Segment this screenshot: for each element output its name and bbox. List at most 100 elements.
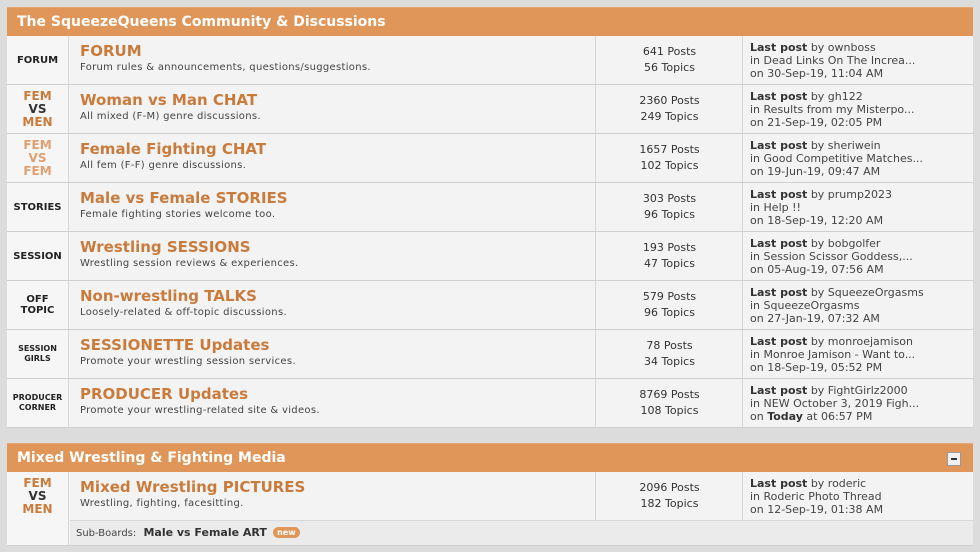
collapse-icon[interactable] <box>947 452 961 466</box>
topic-count: 96 Topics <box>644 306 695 319</box>
board-stats: 78 Posts 34 Topics <box>597 330 743 378</box>
category-media: Mixed Wrestling & Fighting Media FEM VS ME… <box>7 443 973 552</box>
last-post-topic-link[interactable]: in SqueezeOrgasms <box>750 299 973 312</box>
author-link[interactable]: by prump2023 <box>811 188 892 201</box>
board-icon-text: SESSION <box>13 250 62 262</box>
category-community: The SqueezeQueens Community & Discussion… <box>7 7 973 429</box>
board-icon-text: STORIES <box>13 201 62 213</box>
topic-count: 96 Topics <box>644 208 695 221</box>
board-title-link[interactable]: Non-wrestling TALKS <box>80 287 595 305</box>
board-icon: FORUM <box>17 55 58 66</box>
board-icon: FEM VS MEN <box>22 476 53 516</box>
subboard-link[interactable]: Male vs Female ART <box>143 526 266 539</box>
board-row: FEM VS MEN Mixed Wrestling PICTURES Wrestl… <box>7 472 973 546</box>
author-link[interactable]: by bobgolfer <box>811 237 881 250</box>
last-post-date: on 21-Sep-19, 02:05 PM <box>750 116 883 129</box>
board-info: PRODUCER Updates Promote your wrestling-… <box>70 379 596 427</box>
category-header[interactable]: Mixed Wrestling & Fighting Media <box>7 443 973 472</box>
last-post-topic-link[interactable]: in Help !! <box>750 201 973 214</box>
post-count: 1657 Posts <box>639 143 700 156</box>
author-link[interactable]: by gh122 <box>811 90 863 103</box>
board-row: SESSION GIRLS SESSIONETTE Updates Promote… <box>7 330 973 379</box>
board-icon-text: TOPIC <box>20 305 55 316</box>
board-title-link[interactable]: SESSIONETTE Updates <box>80 336 595 354</box>
board-stats: 579 Posts 96 Topics <box>597 281 743 329</box>
topic-count: 34 Topics <box>644 355 695 368</box>
topic-count: 182 Topics <box>640 497 699 510</box>
board-row: FEM VS FEM Female Fighting CHAT All fem (F… <box>7 134 973 183</box>
board-title-link[interactable]: Mixed Wrestling PICTURES <box>80 478 595 496</box>
last-post-date: on 05-Aug-19, 07:56 AM <box>750 263 884 276</box>
board-info: Wrestling SESSIONS Wrestling session rev… <box>70 232 596 280</box>
board-title-link[interactable]: Wrestling SESSIONS <box>80 238 595 256</box>
board-icon-text: VS <box>28 150 47 165</box>
board-stats: 193 Posts 47 Topics <box>597 232 743 280</box>
post-count: 2096 Posts <box>639 481 700 494</box>
last-post-topic-link[interactable]: in NEW October 3, 2019 Figh... <box>750 397 973 410</box>
board-title-link[interactable]: Female Fighting CHAT <box>80 140 595 158</box>
category-header[interactable]: The SqueezeQueens Community & Discussion… <box>7 7 973 36</box>
last-post-author: Last post by gh122 <box>750 90 863 103</box>
board-icon-cell: STORIES <box>7 183 69 231</box>
board-row: OFF TOPIC Non-wrestling TALKS Loosely-rel… <box>7 281 973 330</box>
topic-count: 108 Topics <box>640 404 699 417</box>
board-icon-text: VS <box>28 488 47 503</box>
board-icon: FEM VS FEM <box>23 137 52 178</box>
board-stats: 1657 Posts 102 Topics <box>597 134 743 182</box>
post-count: 78 Posts <box>646 339 693 352</box>
board-stats: 2360 Posts 249 Topics <box>597 85 743 133</box>
board-title-link[interactable]: Male vs Female STORIES <box>80 189 595 207</box>
author-link[interactable]: by roderic <box>811 477 866 490</box>
board-icon-text: GIRLS <box>24 354 51 363</box>
last-post-date: on 30-Sep-19, 11:04 AM <box>750 67 884 80</box>
last-post-date: on 12-Sep-19, 01:38 AM <box>750 503 884 516</box>
board-stats: 641 Posts 56 Topics <box>597 36 743 84</box>
board-icon-text: MEN <box>22 114 53 129</box>
board-icon: FEM VS MEN <box>22 89 53 129</box>
last-post-topic-link[interactable]: in Results from my Misterpo... <box>750 103 973 116</box>
last-post-topic-link[interactable]: in Good Competitive Matches... <box>750 152 973 165</box>
board-icon-cell: PRODUCER CORNER <box>7 379 69 427</box>
last-post-topic-link[interactable]: in Roderic Photo Thread <box>750 490 973 503</box>
board-icon-text: PRODUCER <box>12 393 63 402</box>
board-description: Promote your wrestling-related site & vi… <box>80 405 320 416</box>
author-link[interactable]: by monroejamison <box>811 335 913 348</box>
board-title-link[interactable]: FORUM <box>80 42 595 60</box>
board-icon-text: VS <box>28 101 47 116</box>
last-post-topic-link[interactable]: in Monroe Jamison - Want to... <box>750 348 973 361</box>
last-post: Last post by SqueezeOrgasms in SqueezeOr… <box>744 281 973 329</box>
last-post-author: Last post by prump2023 <box>750 188 892 201</box>
board-icon-cell: SESSION <box>7 232 69 280</box>
post-count: 2360 Posts <box>639 94 700 107</box>
board-info: Female Fighting CHAT All fem (F-F) genre… <box>70 134 596 182</box>
author-link[interactable]: by ownboss <box>811 41 876 54</box>
last-post: Last post by gh122 in Results from my Mi… <box>744 85 973 133</box>
board-title-link[interactable]: Woman vs Man CHAT <box>80 91 595 109</box>
last-post-author: Last post by SqueezeOrgasms <box>750 286 924 299</box>
board-description: Female fighting stories welcome too. <box>80 209 276 220</box>
last-post: Last post by roderic in Roderic Photo Th… <box>744 472 973 520</box>
last-post-author: Last post by monroejamison <box>750 335 913 348</box>
author-link[interactable]: by SqueezeOrgasms <box>811 286 924 299</box>
author-link[interactable]: by FightGirlz2000 <box>811 384 908 397</box>
author-link[interactable]: by sheriwein <box>811 139 881 152</box>
board-title-link[interactable]: PRODUCER Updates <box>80 385 595 403</box>
new-badge: new <box>273 527 300 538</box>
last-post-topic-link[interactable]: in Session Scissor Goddess,... <box>750 250 973 263</box>
board-icon-text: FEM <box>23 137 52 152</box>
last-post-author: Last post by roderic <box>750 477 867 490</box>
icon-column-ext <box>7 520 69 545</box>
sub-boards: Sub-Boards: Male vs Female ART new <box>70 520 973 545</box>
post-count: 303 Posts <box>642 192 697 205</box>
board-stats: 303 Posts 96 Topics <box>597 183 743 231</box>
board-description: Wrestling, fighting, facesitting. <box>80 498 244 509</box>
board-icon-text: MEN <box>22 501 53 516</box>
last-post: Last post by prump2023 in Help !! on 18-… <box>744 183 973 231</box>
board-info: Mixed Wrestling PICTURES Wrestling, figh… <box>70 472 596 520</box>
topic-count: 102 Topics <box>640 159 699 172</box>
last-post-topic-link[interactable]: in Dead Links On The Increa... <box>750 54 973 67</box>
board-icon: SESSION GIRLS <box>18 344 57 364</box>
last-post: Last post by FightGirlz2000 in NEW Octob… <box>744 379 973 427</box>
board-description: All fem (F-F) genre discussions. <box>80 160 247 171</box>
last-post-date: on 18-Sep-19, 05:52 PM <box>750 361 883 374</box>
